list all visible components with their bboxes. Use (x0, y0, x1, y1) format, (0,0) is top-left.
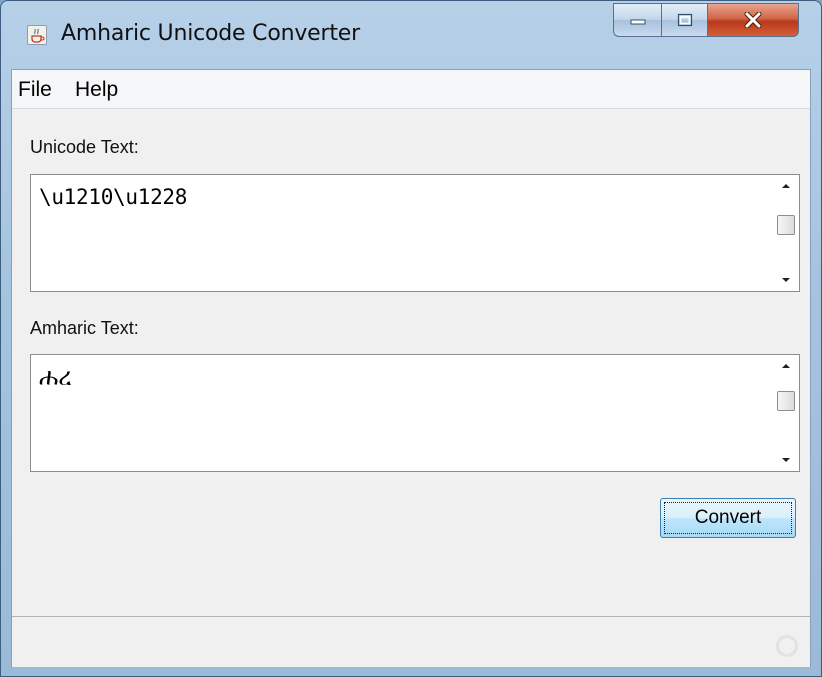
java-cup-icon (27, 25, 47, 45)
scrollbar-thumb[interactable] (777, 215, 795, 235)
menu-help[interactable]: Help (75, 78, 118, 102)
scroll-up-arrow-icon[interactable] (773, 175, 799, 197)
client-area: File Help Unicode Text: \u1210\u1228 Amh… (11, 69, 811, 667)
caption-buttons (613, 3, 799, 37)
unicode-text-label: Unicode Text: (30, 137, 139, 157)
title-bar[interactable]: Amharic Unicode Converter (1, 1, 821, 69)
convert-button[interactable]: Convert (660, 498, 796, 538)
amharic-textarea[interactable]: ሐረ (30, 354, 800, 472)
unicode-scrollbar[interactable] (773, 175, 799, 291)
close-button[interactable] (707, 3, 799, 37)
amharic-text-label: Amharic Text: (30, 318, 139, 338)
scroll-down-arrow-icon[interactable] (773, 269, 799, 291)
status-bar (12, 616, 810, 667)
menu-bar: File Help (12, 70, 810, 109)
amharic-scrollbar[interactable] (773, 355, 799, 471)
amharic-text-value[interactable]: ሐረ (39, 363, 72, 391)
maximize-icon (677, 13, 692, 27)
window-title: Amharic Unicode Converter (61, 21, 360, 46)
minimize-icon (630, 19, 645, 25)
resize-grip-icon[interactable] (776, 635, 798, 657)
maximize-button[interactable] (661, 3, 707, 37)
close-icon (744, 12, 762, 28)
convert-button-label: Convert (694, 507, 762, 528)
app-window: Amharic Unicode Converter File Help Unic… (0, 0, 822, 677)
menu-file[interactable]: File (18, 78, 52, 102)
scroll-up-arrow-icon[interactable] (773, 355, 799, 377)
minimize-button[interactable] (613, 3, 661, 37)
scroll-down-arrow-icon[interactable] (773, 449, 799, 471)
unicode-textarea[interactable]: \u1210\u1228 (30, 174, 800, 292)
unicode-text-value[interactable]: \u1210\u1228 (39, 185, 187, 209)
scrollbar-thumb[interactable] (777, 391, 795, 411)
